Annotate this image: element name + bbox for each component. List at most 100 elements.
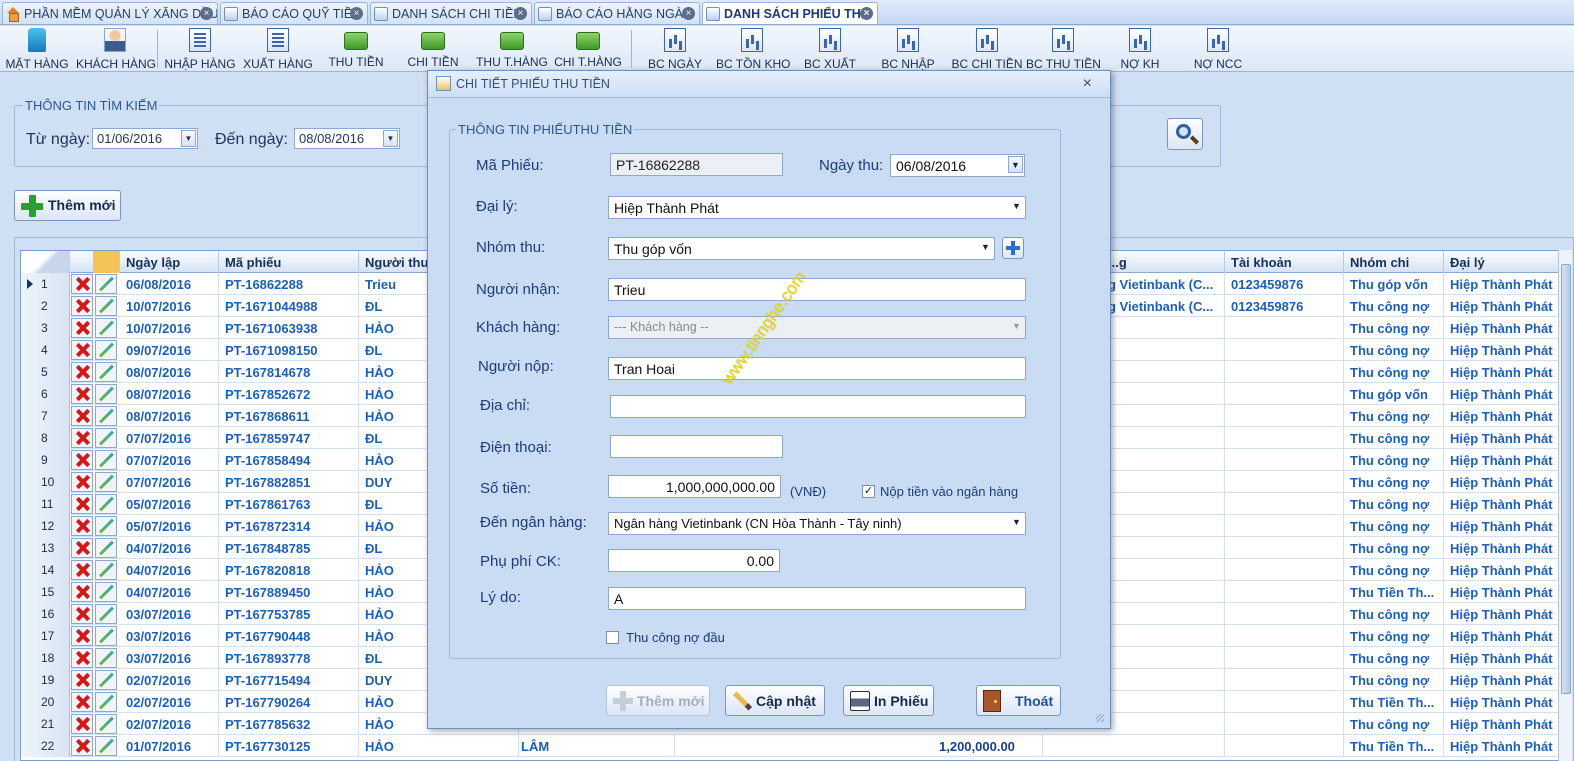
tab-phan-mem[interactable]: PHẦN MỀM QUẢN LÝ XĂNG DẦU × (2, 2, 218, 24)
so-tien-field[interactable]: 1,000,000,000.00 (608, 475, 781, 498)
edit-icon[interactable] (95, 538, 117, 558)
toolbar-mat-hang[interactable]: MẶT HÀNG (4, 28, 70, 71)
chevron-down-icon[interactable]: ▼ (1009, 318, 1024, 335)
edit-icon[interactable] (95, 362, 117, 382)
edit-icon[interactable] (95, 516, 117, 536)
ly-do-field[interactable]: A (608, 587, 1026, 610)
tab-bao-cao-hang-ngay[interactable]: BÁO CÁO HẰNG NGÀY × (534, 2, 700, 24)
edit-icon[interactable] (95, 670, 117, 690)
add-group-button[interactable] (1002, 237, 1024, 259)
tab-danh-sach-phieu-thu[interactable]: DANH SÁCH PHIẾU THU × (702, 2, 878, 24)
edit-icon[interactable] (95, 450, 117, 470)
from-date-picker[interactable]: 01/06/2016 ▼ (92, 128, 198, 149)
delete-icon[interactable] (71, 714, 93, 734)
chevron-down-icon[interactable]: ▼ (978, 239, 993, 256)
delete-icon[interactable] (71, 340, 93, 360)
row-header[interactable]: 17 (21, 625, 70, 647)
close-icon[interactable]: × (350, 7, 363, 20)
toolbar-bc-thu-tien[interactable]: BC THU TIỀN (1026, 28, 1101, 71)
col-header-ma-phieu[interactable]: Mã phiếu (219, 251, 359, 273)
row-header[interactable]: 13 (21, 537, 70, 559)
row-header[interactable]: 7 (21, 405, 70, 427)
exit-button[interactable]: Thoát (976, 685, 1061, 716)
row-header[interactable]: 5 (21, 361, 70, 383)
toolbar-bc-xuat[interactable]: BC XUẤT (800, 28, 860, 71)
row-header[interactable]: 4 (21, 339, 70, 361)
delete-icon[interactable] (71, 648, 93, 668)
delete-icon[interactable] (71, 626, 93, 646)
ngay-thu-picker[interactable]: 06/08/2016 ▼ (890, 154, 1025, 177)
col-header-ngan-hang[interactable]: ...g (1106, 251, 1225, 273)
row-header[interactable]: 8 (21, 427, 70, 449)
row-header[interactable]: 1 (21, 273, 70, 295)
toolbar-bc-ton-kho[interactable]: BC TỒN KHO (716, 28, 790, 71)
edit-icon[interactable] (95, 560, 117, 580)
toolbar-thu-tien[interactable]: THU TIỀN (322, 28, 390, 70)
row-header[interactable]: 3 (21, 317, 70, 339)
nguoi-nop-field[interactable]: Tran Hoai (608, 357, 1026, 380)
edit-icon[interactable] (95, 604, 117, 624)
delete-icon[interactable] (71, 472, 93, 492)
close-icon[interactable]: × (200, 7, 213, 20)
row-header[interactable]: 10 (21, 471, 70, 493)
edit-icon[interactable] (95, 626, 117, 646)
ma-phieu-field[interactable]: PT-16862288 (610, 153, 783, 176)
edit-icon[interactable] (95, 714, 117, 734)
table-row[interactable]: 22 01/07/2016 PT-167730125 HẢO LÂM 1,200,000.… (21, 735, 1559, 757)
row-header[interactable]: 12 (21, 515, 70, 537)
row-header[interactable]: 6 (21, 383, 70, 405)
phu-phi-field[interactable]: 0.00 (608, 549, 780, 572)
edit-icon[interactable] (95, 494, 117, 514)
update-button[interactable]: Cập nhật (725, 685, 825, 716)
close-icon[interactable]: × (1083, 75, 1092, 93)
print-button[interactable]: In Phiếu (843, 685, 934, 716)
vertical-scrollbar[interactable] (1558, 250, 1572, 761)
delete-icon[interactable] (71, 384, 93, 404)
col-header-dai-ly[interactable]: Đại lý (1444, 251, 1559, 273)
row-header[interactable]: 21 (21, 713, 70, 735)
toolbar-chi-t-hang[interactable]: CHI T.HÀNG (552, 28, 624, 70)
edit-icon[interactable] (95, 318, 117, 338)
toolbar-no-ncc[interactable]: NỢ NCC (1190, 28, 1246, 71)
delete-icon[interactable] (71, 494, 93, 514)
delete-icon[interactable] (71, 296, 93, 316)
delete-icon[interactable] (71, 736, 93, 756)
khach-hang-select[interactable]: --- Khách hàng -- ▼ (608, 316, 1026, 339)
nguoi-nhan-field[interactable]: Trieu (608, 278, 1026, 301)
delete-icon[interactable] (71, 604, 93, 624)
delete-icon[interactable] (71, 560, 93, 580)
edit-icon[interactable] (95, 692, 117, 712)
tab-danh-sach-chi-tien[interactable]: DANH SÁCH CHI TIỀN × (370, 2, 532, 24)
edit-icon[interactable] (95, 384, 117, 404)
delete-icon[interactable] (71, 516, 93, 536)
close-icon[interactable]: × (682, 7, 695, 20)
chevron-down-icon[interactable]: ▼ (181, 130, 196, 147)
row-header[interactable]: 9 (21, 449, 70, 471)
close-icon[interactable]: × (860, 7, 873, 20)
row-header[interactable]: 16 (21, 603, 70, 625)
col-header-tai-khoan[interactable]: Tài khoản (1225, 251, 1344, 273)
nhom-thu-select[interactable]: Thu góp vốn ▼ (608, 237, 995, 260)
edit-icon[interactable] (95, 406, 117, 426)
toolbar-xuat-hang[interactable]: XUẤT HÀNG (242, 28, 314, 71)
edit-icon[interactable] (95, 736, 117, 756)
row-header[interactable]: 2 (21, 295, 70, 317)
den-ngan-hang-select[interactable]: Ngân hàng Vietinbank (CN Hòa Thành - Tây… (608, 512, 1026, 535)
delete-icon[interactable] (71, 670, 93, 690)
toolbar-thu-t-hang[interactable]: THU T.HÀNG (472, 28, 552, 70)
delete-icon[interactable] (71, 428, 93, 448)
dialog-add-button[interactable]: Thêm mới (606, 685, 710, 716)
delete-icon[interactable] (71, 450, 93, 470)
delete-icon[interactable] (71, 582, 93, 602)
delete-icon[interactable] (71, 318, 93, 338)
to-date-picker[interactable]: 08/08/2016 ▼ (294, 128, 400, 149)
row-header[interactable]: 15 (21, 581, 70, 603)
row-header[interactable]: 22 (21, 735, 70, 757)
add-new-button[interactable]: Thêm mới (14, 190, 121, 221)
toolbar-no-kh[interactable]: NỢ KH (1114, 28, 1166, 71)
row-header[interactable]: 19 (21, 669, 70, 691)
chevron-down-icon[interactable]: ▼ (1009, 198, 1024, 215)
edit-icon[interactable] (95, 296, 117, 316)
chevron-down-icon[interactable]: ▼ (1009, 514, 1024, 531)
delete-icon[interactable] (71, 362, 93, 382)
